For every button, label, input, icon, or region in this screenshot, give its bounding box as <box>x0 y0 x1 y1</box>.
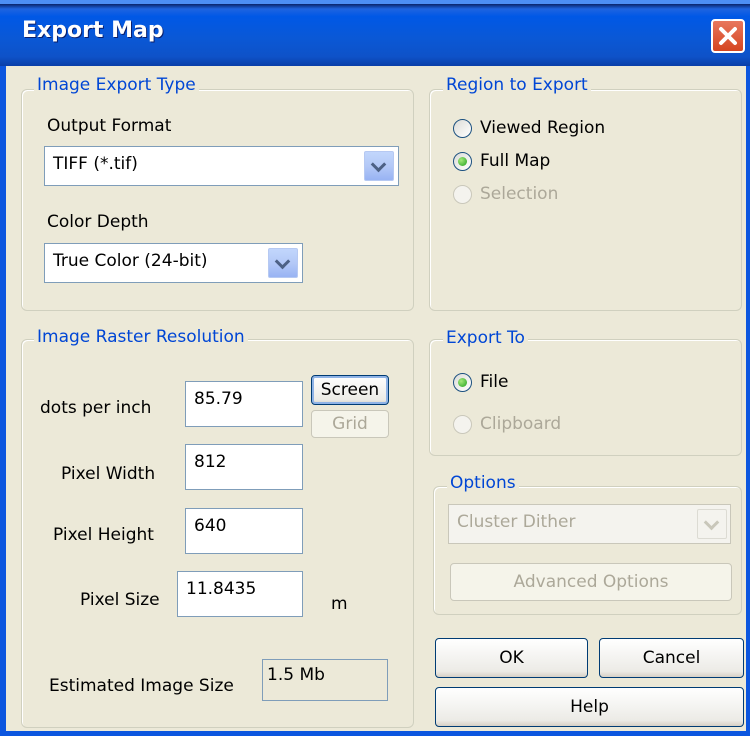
grid-button[interactable]: Grid <box>311 410 389 438</box>
window-frame-bottom <box>0 731 750 736</box>
pixel-size-label: Pixel Size <box>80 590 160 610</box>
pixel-height-input[interactable]: 640 <box>185 508 303 554</box>
output-format-value: TIFF (*.tif) <box>53 154 138 174</box>
cancel-button[interactable]: Cancel <box>599 638 744 678</box>
export-to-group <box>429 339 742 456</box>
color-depth-label: Color Depth <box>47 212 149 232</box>
window-frame-left <box>0 66 6 736</box>
viewed-region-label: Viewed Region <box>480 118 606 138</box>
window-frame-right <box>746 66 750 736</box>
estimated-size-label: Estimated Image Size <box>49 676 234 696</box>
radio-selection[interactable] <box>453 185 472 204</box>
color-depth-select[interactable]: True Color (24-bit) <box>44 243 303 283</box>
radio-viewed-region[interactable] <box>453 119 472 138</box>
chevron-down-icon[interactable] <box>697 509 727 539</box>
radio-file[interactable] <box>453 373 472 392</box>
pixel-height-label: Pixel Height <box>53 525 154 545</box>
options-legend: Options <box>447 473 519 493</box>
selection-label: Selection <box>480 184 559 204</box>
pixel-size-value: 11.8435 <box>186 579 257 599</box>
help-button[interactable]: Help <box>435 687 744 727</box>
image-export-type-legend: Image Export Type <box>34 75 199 95</box>
color-depth-value: True Color (24-bit) <box>53 251 208 271</box>
raster-resolution-legend: Image Raster Resolution <box>34 327 248 347</box>
output-format-label: Output Format <box>47 116 172 136</box>
pixel-size-input[interactable]: 11.8435 <box>177 571 303 617</box>
dither-select[interactable]: Cluster Dither <box>448 504 731 544</box>
region-to-export-legend: Region to Export <box>443 75 591 95</box>
chevron-down-icon[interactable] <box>268 248 298 278</box>
close-button[interactable] <box>711 19 745 53</box>
radio-clipboard[interactable] <box>453 415 472 434</box>
window-title: Export Map <box>22 18 164 43</box>
pixel-size-unit: m <box>331 594 348 614</box>
estimated-size-value: 1.5 Mb <box>262 659 388 701</box>
chevron-down-icon[interactable] <box>364 151 394 181</box>
ok-button[interactable]: OK <box>435 638 588 678</box>
radio-full-map[interactable] <box>453 152 472 171</box>
file-label: File <box>480 372 509 392</box>
dither-value: Cluster Dither <box>457 512 576 532</box>
output-format-select[interactable]: TIFF (*.tif) <box>44 146 399 186</box>
close-icon <box>719 27 737 45</box>
clipboard-label: Clipboard <box>480 414 562 434</box>
dpi-label: dots per inch <box>40 398 152 418</box>
dpi-input[interactable]: 85.79 <box>185 381 303 427</box>
screen-button[interactable]: Screen <box>311 375 389 405</box>
advanced-options-button[interactable]: Advanced Options <box>450 563 732 601</box>
export-to-legend: Export To <box>443 328 528 348</box>
pixel-height-value: 640 <box>194 516 227 536</box>
pixel-width-input[interactable]: 812 <box>185 444 303 490</box>
full-map-label: Full Map <box>480 151 551 171</box>
dpi-value: 85.79 <box>194 389 243 409</box>
pixel-width-label: Pixel Width <box>61 464 156 484</box>
pixel-width-value: 812 <box>194 452 227 472</box>
